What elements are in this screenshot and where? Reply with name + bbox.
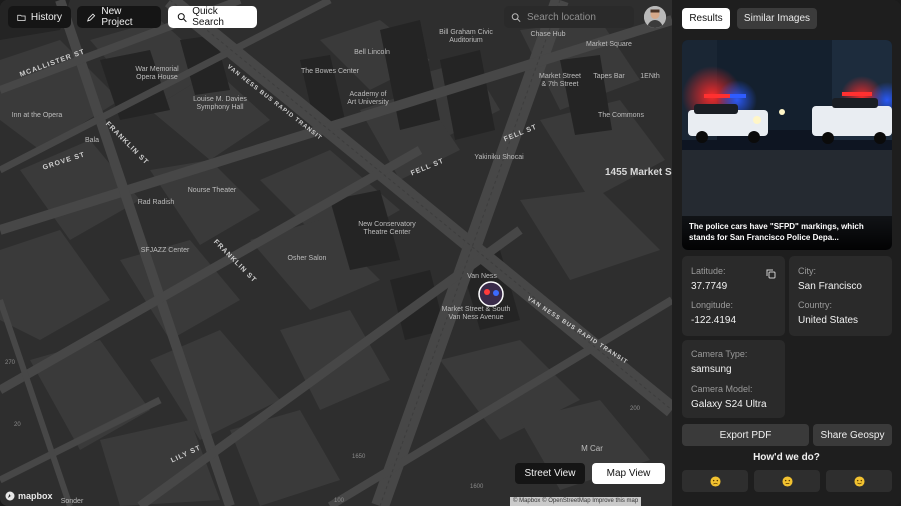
quick-search-button[interactable]: Quick Search [168, 6, 257, 28]
country-value: United States [798, 315, 859, 326]
city-label: City: [798, 266, 816, 276]
feedback-happy-button[interactable] [826, 470, 892, 492]
results-panel: Results Similar Images The police cars h… [672, 0, 901, 506]
result-photo[interactable]: The police cars have "SFPD" markings, wh… [682, 40, 892, 250]
location-search[interactable] [504, 6, 634, 28]
map-label-bowes-center: The Bowes Center [301, 68, 359, 75]
map-label-new-conservatory: New Conservatory Theatre Center [358, 221, 416, 237]
copy-icon[interactable] [766, 269, 776, 279]
street-view-button[interactable]: Street View [515, 463, 585, 484]
map-label-bill-graham: Bill Graham Civic Auditorium [439, 29, 493, 45]
map-label-sfjazz: SFJAZZ Center [140, 247, 190, 254]
country-label: Country: [798, 300, 833, 310]
location-card: City: San Francisco Country: United Stat… [789, 256, 892, 336]
longitude-value: -122.4194 [691, 315, 737, 326]
map-label-yakiniku: Yakiniku Shocai [474, 154, 524, 161]
new-project-label: New Project [101, 6, 133, 28]
map-label-rad-radish: Rad Radish [137, 199, 175, 206]
avatar[interactable] [644, 6, 666, 28]
neutral-face-icon [781, 475, 793, 487]
unhappy-face-icon [709, 475, 721, 487]
map-label-market-square: Market Square [586, 41, 632, 48]
map-view[interactable]: War Memorial Opera House Louise M. Davies… [0, 0, 672, 506]
map-number: 270 [5, 360, 16, 366]
camera-card: Camera Type: samsung Camera Model: Galax… [682, 340, 785, 418]
tab-similar-images[interactable]: Similar Images [737, 8, 817, 29]
mapbox-wordmark: mapbox [18, 491, 53, 501]
feedback-question: How'd we do? [753, 452, 820, 463]
map-label-osher-salon: Osher Salon [287, 255, 327, 262]
map-label-the-commons: The Commons [598, 112, 644, 119]
camera-model-label: Camera Model: [691, 384, 753, 394]
map-label-nourse-theater: Nourse Theater [187, 187, 237, 194]
search-icon [177, 12, 187, 22]
map-number: 200 [630, 406, 641, 412]
longitude-label: Longitude: [691, 300, 734, 310]
camera-type-value: samsung [691, 364, 732, 375]
map-number: 100 [334, 498, 345, 504]
folder-icon [17, 14, 26, 21]
photo-caption: The police cars have "SFPD" markings, wh… [682, 216, 892, 250]
map-label-bala: Bala [84, 137, 100, 144]
map-label-chase-hub: Chase Hub [530, 31, 566, 38]
map-number: 1650 [352, 454, 366, 460]
mapbox-logo[interactable]: mapbox [5, 491, 53, 501]
search-input[interactable] [527, 11, 627, 23]
app-window: War Memorial Opera House Louise M. Davies… [0, 0, 901, 506]
map-address-label: 1455 Market St [605, 167, 672, 178]
city-value: San Francisco [798, 281, 862, 292]
map-label-davies-hall: Louise M. Davies Symphony Hall [193, 96, 247, 112]
map-attribution[interactable]: © Mapbox © OpenStreetMap Improve this ma… [510, 497, 642, 506]
search-icon [511, 12, 521, 22]
feedback-neutral-button[interactable] [754, 470, 820, 492]
map-label-tenth: 1ENth [640, 73, 660, 80]
map-label-lincoln: Bell Lincoln [354, 49, 390, 56]
camera-type-label: Camera Type: [691, 349, 748, 359]
map-label-market-south-van-ness: Market Street & South Van Ness Avenue [441, 306, 511, 322]
map-label-m-car: M Car [581, 444, 603, 453]
pencil-icon [87, 12, 96, 22]
map-label-sonder: Sonder [60, 498, 84, 505]
happy-face-icon [853, 475, 865, 487]
quick-search-label: Quick Search [192, 6, 224, 28]
map-number: 1600 [470, 484, 484, 490]
new-project-button[interactable]: New Project [77, 6, 161, 28]
mapbox-icon [5, 491, 15, 501]
map-view-button[interactable]: Map View [592, 463, 665, 484]
map-label-van-ness: Van Ness [467, 273, 497, 280]
map-number: 20 [14, 422, 21, 428]
user-avatar-icon [644, 6, 666, 28]
tab-results[interactable]: Results [682, 8, 730, 29]
coordinates-card: Latitude: 37.7749 Longitude: -122.4194 [682, 256, 785, 336]
map-label-inn-at-the-opera: Inn at the Opera [11, 112, 63, 119]
history-button[interactable]: History [8, 6, 71, 28]
feedback-unhappy-button[interactable] [682, 470, 748, 492]
latitude-label: Latitude: [691, 266, 726, 276]
map-label-academy: Academy of Art University [347, 91, 389, 107]
history-label: History [30, 11, 62, 23]
map-label-market-7th: Market Street & 7th Street [538, 73, 582, 89]
camera-model-value: Galaxy S24 Ultra [691, 399, 767, 410]
latitude-value: 37.7749 [691, 281, 728, 292]
export-pdf-button[interactable]: Export PDF [682, 424, 809, 446]
map-label-tapes-bar: Tapes Bar [593, 73, 625, 80]
map-label-war-memorial: War Memorial Opera House [135, 66, 179, 82]
share-geospy-button[interactable]: Share Geospy [813, 424, 892, 446]
